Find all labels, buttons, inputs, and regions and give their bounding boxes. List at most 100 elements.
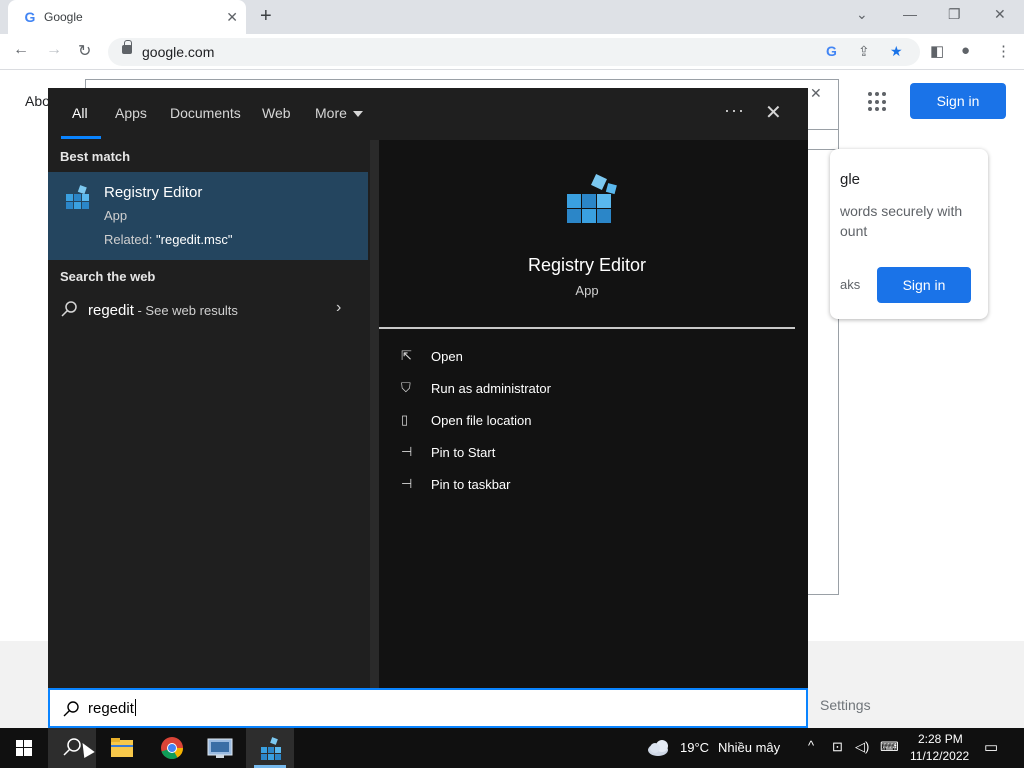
detail-type: App [575,283,599,298]
start-button[interactable] [0,728,48,768]
shield-icon: ⛉ [401,380,411,395]
footer-settings-link[interactable]: Settings [820,697,871,713]
card-text: words securely with ount [840,203,963,239]
card-sign-in-button[interactable]: Sign in [877,267,971,303]
text-caret [134,699,136,716]
detail-title: Registry Editor [527,255,647,275]
web-query: regedit [88,302,134,319]
registry-editor-icon [261,737,281,760]
notifications-icon[interactable]: ▭ [984,738,998,756]
tab-apps[interactable]: Apps [115,105,147,121]
google-favicon-icon: G [24,9,36,25]
search-box[interactable]: regedit [48,688,808,728]
browser-tab[interactable]: G Google ✕ [8,0,246,34]
keyboard-icon[interactable]: ⌨ [880,739,899,755]
url-text[interactable]: google.com [142,44,214,60]
dialog-close-icon[interactable]: ✕ [810,85,822,102]
chrome-icon [161,737,183,760]
network-icon[interactable]: ⊡ [832,739,843,755]
google-apps-icon[interactable] [868,92,888,112]
minimize-button[interactable]: — [903,6,917,22]
pin-icon: ⊣ [401,444,413,459]
file-location-icon: ▯ [401,412,409,427]
action-open-file-location[interactable]: ▯ Open file location [401,409,781,435]
action-pin-to-start[interactable]: ⊣ Pin to Start [401,441,781,467]
taskbar-chrome[interactable] [148,728,196,768]
taskbar-file-explorer[interactable] [98,728,146,768]
clock-date[interactable]: 11/12/2022 [910,749,969,763]
card-link[interactable]: aks [840,277,860,292]
volume-icon[interactable]: ◁) [855,739,869,755]
taskbar-registry-editor[interactable] [246,728,294,768]
search-icon [63,701,79,717]
sign-in-button[interactable]: Sign in [910,83,1006,119]
sign-in-card: gle words securely with ount aks Sign in [830,149,988,319]
browser-toolbar: ← → ↻ google.com G ⇪ ★ ◧ ● ⋮ [0,34,1024,70]
windows-search-panel: All Apps Documents Web More ··· ✕ Best m… [48,88,808,728]
profile-icon[interactable]: ● [961,42,970,59]
about-link[interactable]: Abo [25,93,50,109]
monitor-icon [207,738,233,758]
search-web-heading: Search the web [60,269,156,284]
bookmark-star-icon[interactable]: ★ [890,43,903,60]
weather-desc[interactable]: Nhiều mây [718,740,780,755]
detail-separator [379,327,795,329]
taskbar-remote-desktop[interactable] [196,728,244,768]
address-bar[interactable]: google.com G ⇪ ★ [108,38,920,66]
action-pin-to-taskbar[interactable]: ⊣ Pin to taskbar [401,473,781,499]
show-hidden-icons-icon[interactable]: ^ [808,738,814,753]
search-icon [61,301,77,317]
taskbar: 19°C Nhiều mây ^ ⊡ ◁) ⌨ 2:28 PM 11/12/20… [0,728,1024,768]
open-icon: ⇱ [401,348,412,363]
back-icon[interactable]: ← [13,41,29,59]
related-prefix: Related: [104,232,157,247]
tab-search-icon[interactable]: ⌄ [856,6,868,23]
new-tab-button[interactable]: + [260,5,272,28]
search-filter-tabs: All Apps Documents Web More ··· ✕ [48,88,808,140]
close-window-button[interactable]: ✕ [994,6,1006,23]
browser-tabstrip: G Google ✕ + ⌄ — ❐ ✕ [0,0,1024,34]
forward-icon[interactable]: → [46,41,62,59]
pin-icon: ⊣ [401,476,413,491]
tab-title: Google [44,10,83,24]
search-input[interactable]: regedit [88,699,688,717]
lock-icon[interactable] [122,40,132,54]
side-panel-icon[interactable]: ◧ [930,42,944,60]
more-options-icon[interactable]: ··· [724,100,745,121]
related-value: "regedit.msc" [156,232,233,247]
best-match-related: Related: "regedit.msc" [104,232,232,247]
cloudy-weather-icon[interactable] [646,738,674,758]
reload-icon[interactable]: ↻ [78,41,91,61]
close-search-icon[interactable]: ✕ [765,100,782,125]
share-icon[interactable]: ⇪ [858,43,870,60]
google-translate-icon[interactable]: G [826,43,837,59]
registry-editor-large-icon [567,174,617,223]
action-pin-to-start-label: Pin to Start [431,445,496,460]
web-result-row[interactable]: regedit - See web results › [48,294,368,330]
caret-down-icon [352,111,363,118]
results-list: Best match Registry Editor App Related: … [48,140,370,688]
tab-more[interactable]: More [315,105,363,121]
action-run-as-admin-label: Run as administrator [431,381,551,396]
clock-time[interactable]: 2:28 PM [918,732,963,746]
tab-documents[interactable]: Documents [170,105,241,121]
search-query-text: regedit [88,700,134,717]
menu-kebab-icon[interactable]: ⋮ [996,42,1011,60]
restore-button[interactable]: ❐ [948,6,961,23]
tab-close-icon[interactable]: ✕ [226,9,238,25]
best-match-type: App [104,208,128,223]
result-detail-pane: Registry Editor App ⇱ Open ⛉ Run as admi… [379,140,808,688]
chevron-right-icon[interactable]: › [336,299,341,317]
windows-logo-icon [16,740,32,756]
dialog-divider [805,129,839,150]
tab-web[interactable]: Web [262,105,291,121]
action-open-label: Open [431,349,463,364]
best-match-result[interactable]: Registry Editor App Related: "regedit.ms… [48,172,368,260]
registry-editor-icon [66,185,89,209]
best-match-heading: Best match [60,149,131,164]
tab-all[interactable]: All [72,105,88,121]
weather-temp[interactable]: 19°C [680,740,709,755]
action-open-file-location-label: Open file location [431,413,532,428]
action-open[interactable]: ⇱ Open [401,345,781,371]
action-run-as-admin[interactable]: ⛉ Run as administrator [401,377,781,403]
